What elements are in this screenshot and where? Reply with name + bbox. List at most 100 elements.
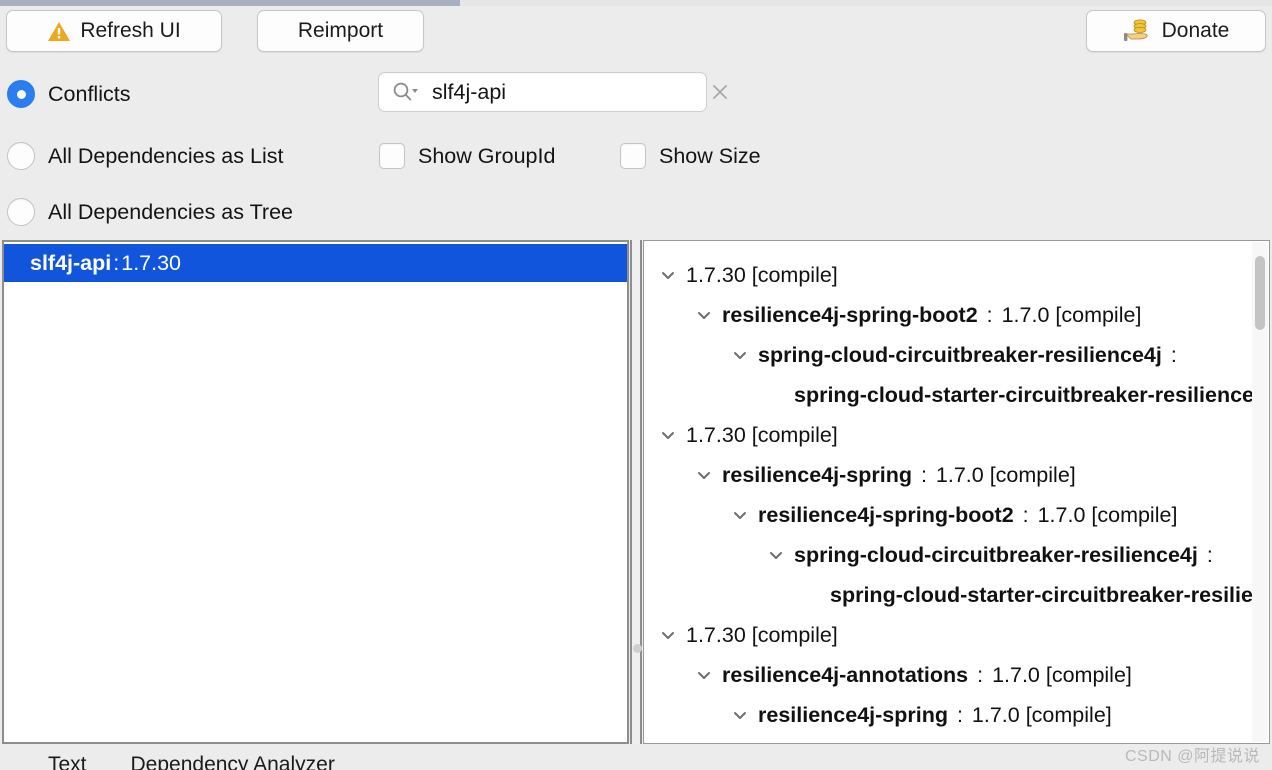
bottom-tab-bar: Text Dependency Analyzer bbox=[0, 745, 1272, 770]
checkbox-show-groupid-label: Show GroupId bbox=[418, 143, 556, 168]
chevron-down-icon[interactable] bbox=[692, 303, 716, 327]
bottom-tabs[interactable]: Text Dependency Analyzer bbox=[0, 753, 335, 770]
tree-row-separator: : bbox=[915, 462, 933, 487]
tree-row[interactable]: resilience4j-spring : 1.7.0 [compile] bbox=[644, 455, 1253, 495]
chevron-down-icon[interactable] bbox=[764, 543, 788, 567]
dependency-tree[interactable]: 1.7.30 [compile] resilience4j-spring-boot… bbox=[644, 241, 1253, 743]
tree-row[interactable]: resilience4j-spring-boot2 : 1.7.0 [compi… bbox=[644, 295, 1253, 335]
panel-splitter[interactable] bbox=[630, 240, 642, 744]
list-item[interactable]: slf4j-api : 1.7.30 bbox=[4, 244, 627, 282]
chevron-down-icon[interactable] bbox=[692, 663, 716, 687]
tree-row[interactable]: spring-cloud-circuitbreaker-resilience4j… bbox=[644, 535, 1253, 575]
checkbox-show-groupid-box[interactable] bbox=[379, 143, 405, 169]
search-box[interactable] bbox=[378, 72, 727, 112]
radio-conflicts-label: Conflicts bbox=[48, 81, 131, 106]
refresh-ui-button[interactable]: Refresh UI bbox=[6, 10, 222, 52]
reimport-label: Reimport bbox=[297, 19, 384, 42]
list-item-separator: : bbox=[113, 250, 120, 275]
donate-button[interactable]: Donate bbox=[1086, 10, 1266, 52]
radio-all-dependencies-as-list[interactable]: All Dependencies as List bbox=[7, 142, 283, 170]
radio-all-list-label: All Dependencies as List bbox=[48, 143, 284, 168]
radio-all-dependencies-as-tree[interactable]: All Dependencies as Tree bbox=[7, 198, 293, 226]
tree-row-artifact: resilience4j-spring bbox=[758, 702, 948, 727]
tree-row-label: 1.7.30 [compile] bbox=[686, 623, 838, 648]
chevron-down-icon[interactable] bbox=[656, 263, 680, 287]
checkbox-show-size-label: Show Size bbox=[659, 143, 761, 168]
reimport-button[interactable]: Reimport bbox=[257, 10, 424, 52]
tree-row-version: 1.7.0 [compile] bbox=[1001, 302, 1142, 327]
tree-row-artifact: resilience4j-spring bbox=[722, 462, 912, 487]
close-x-icon[interactable] bbox=[709, 81, 731, 103]
tree-row[interactable]: resilience4j-spring : 1.7.0 [compile] bbox=[644, 695, 1253, 735]
tree-row[interactable]: resilience4j-annotations : 1.7.0 [compil… bbox=[644, 655, 1253, 695]
chevron-down-icon[interactable] bbox=[728, 503, 752, 527]
bottom-tab[interactable]: Dependency Analyzer bbox=[131, 753, 335, 770]
tree-row-artifact: spring-cloud-circuitbreaker-resilience4j bbox=[794, 542, 1198, 567]
chevron-down-icon[interactable] bbox=[728, 703, 752, 727]
tree-scrollbar-thumb[interactable] bbox=[1255, 256, 1265, 330]
tree-row-version: 1.7.0 [compile] bbox=[992, 662, 1132, 687]
tree-row-label: 1.7.30 [compile] bbox=[686, 423, 838, 448]
tree-row-separator: : bbox=[1200, 542, 1213, 567]
tree-row-artifact: resilience4j-spring-boot2 bbox=[758, 502, 1014, 527]
toolbar: Refresh UI Reimport Donate bbox=[0, 6, 1272, 58]
panels-region: slf4j-api : 1.7.30 1.7.30 [compile] resil… bbox=[0, 240, 1272, 745]
tree-row-version: 1.7.0 [compile] bbox=[971, 702, 1112, 727]
tree-row-version: 1.7.0 [compile] bbox=[1037, 502, 1178, 527]
tree-row-version: 1.7.0 [compile] bbox=[935, 462, 1076, 487]
checkbox-show-size[interactable]: Show Size bbox=[620, 143, 761, 169]
tree-row-label: 1.7.30 [compile] bbox=[686, 263, 838, 288]
tree-row[interactable]: 1.7.30 [compile] bbox=[644, 615, 1253, 655]
tree-row-separator: : bbox=[951, 702, 969, 727]
tree-row[interactable]: 1.7.30 [compile] bbox=[644, 415, 1253, 455]
tree-row-label: spring-cloud-starter-circuitbreaker-resi… bbox=[830, 583, 1253, 608]
tree-row-separator: : bbox=[980, 302, 999, 327]
tree-row-artifact: resilience4j-spring-boot2 bbox=[722, 302, 978, 327]
radio-all-tree-label: All Dependencies as Tree bbox=[48, 199, 294, 224]
tree-row-label: resilience4j-spring : 1.7.0 [compile] bbox=[758, 703, 1112, 728]
chevron-down-icon[interactable] bbox=[692, 463, 716, 487]
tree-row[interactable]: spring-cloud-circuitbreaker-resilience4j… bbox=[644, 335, 1253, 375]
tree-row-artifact: spring-cloud-circuitbreaker-resilience4j bbox=[758, 342, 1162, 367]
chevron-down-icon[interactable] bbox=[656, 423, 680, 447]
tree-row[interactable]: 1.7.30 [compile] bbox=[644, 255, 1253, 295]
radio-conflicts-indicator[interactable] bbox=[7, 80, 35, 108]
chevron-down-icon[interactable] bbox=[656, 623, 680, 647]
radio-conflicts[interactable]: Conflicts bbox=[7, 80, 130, 108]
warning-triangle-icon bbox=[47, 21, 71, 42]
dependency-analyzer-window: Refresh UI Reimport Donate Conflicts All… bbox=[0, 0, 1272, 770]
splitter-handle[interactable] bbox=[633, 644, 642, 653]
tree-row-label: spring-cloud-circuitbreaker-resilience4j… bbox=[794, 543, 1216, 568]
tree-row[interactable]: spring-cloud-starter-circuitbreaker-resi… bbox=[644, 375, 1253, 415]
tree-row-artifact: spring-cloud-starter-circuitbreaker-resi… bbox=[794, 382, 1253, 407]
tree-row-artifact: resilience4j-annotations bbox=[722, 662, 969, 687]
tree-row-version: 1.7.30 [compile] bbox=[686, 422, 838, 447]
tree-row-label: spring-cloud-starter-circuitbreaker-resi… bbox=[794, 383, 1253, 408]
options-region: Conflicts All Dependencies as List All D… bbox=[0, 58, 1272, 236]
radio-all-list-indicator[interactable] bbox=[7, 142, 35, 170]
tree-scrollbar[interactable] bbox=[1252, 242, 1268, 742]
watermark: CSDN @阿提说说 bbox=[1124, 748, 1260, 765]
tree-row[interactable]: resilience4j-spring-boot2 : 1.7.0 [compi… bbox=[644, 495, 1253, 535]
tree-row[interactable]: spring-cloud-starter-circuitbreaker-resi… bbox=[644, 575, 1253, 615]
conflicts-list-panel: slf4j-api : 1.7.30 bbox=[2, 240, 629, 744]
search-magnifier-dropdown-icon[interactable] bbox=[392, 81, 426, 103]
hand-with-coins-icon bbox=[1123, 18, 1153, 44]
tree-row-version: 1.7.30 [compile] bbox=[686, 622, 838, 647]
tree-row-label: resilience4j-spring-boot2 : 1.7.0 [compi… bbox=[722, 303, 1141, 328]
chevron-down-icon[interactable] bbox=[728, 343, 752, 367]
tree-row-separator: : bbox=[971, 662, 990, 687]
conflicts-list[interactable]: slf4j-api : 1.7.30 bbox=[4, 242, 627, 742]
tree-row-label: resilience4j-spring : 1.7.0 [compile] bbox=[722, 463, 1076, 488]
tree-row-label: resilience4j-spring-boot2 : 1.7.0 [compi… bbox=[758, 503, 1177, 528]
radio-all-tree-indicator[interactable] bbox=[7, 198, 35, 226]
checkbox-show-size-box[interactable] bbox=[620, 143, 646, 169]
search-input[interactable] bbox=[426, 79, 709, 105]
donate-label: Donate bbox=[1161, 19, 1230, 42]
bottom-tab[interactable]: Text bbox=[48, 753, 87, 770]
dependency-tree-panel: 1.7.30 [compile] resilience4j-spring-boot… bbox=[643, 240, 1270, 744]
checkbox-show-groupid[interactable]: Show GroupId bbox=[379, 143, 555, 169]
refresh-ui-label: Refresh UI bbox=[80, 19, 181, 42]
tree-row-separator: : bbox=[1164, 342, 1177, 367]
list-item-artifact: slf4j-api bbox=[30, 250, 112, 275]
